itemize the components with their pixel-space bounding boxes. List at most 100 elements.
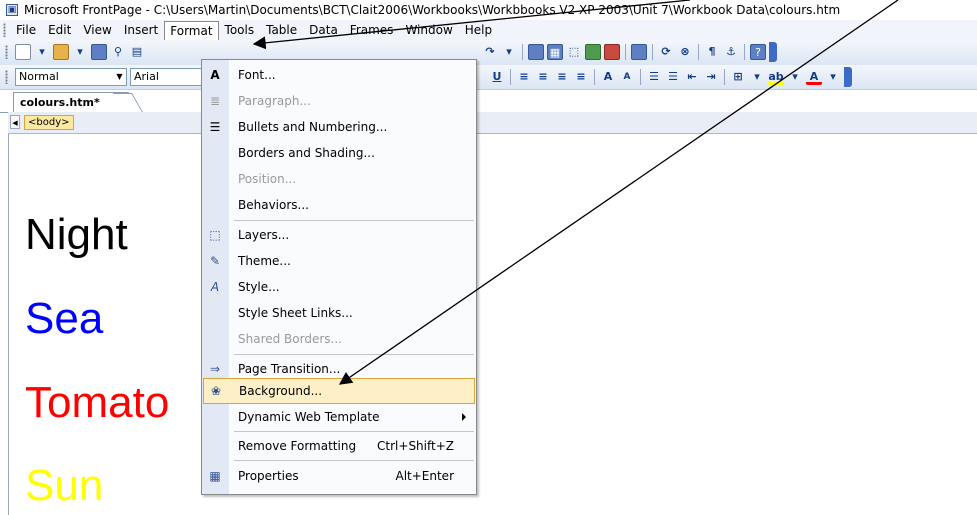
underline-icon[interactable]: U xyxy=(489,69,505,85)
font-select[interactable]: Arial xyxy=(130,68,208,86)
menu-item-theme[interactable]: ✎ Theme... xyxy=(202,248,476,274)
menubar-grip[interactable] xyxy=(3,23,6,37)
title-bar: ▣ Microsoft FrontPage - C:\Users\Martin\… xyxy=(0,0,977,21)
menu-frames[interactable]: Frames xyxy=(344,21,400,39)
menu-item-position[interactable]: Position... xyxy=(202,166,476,192)
dropdown-arrow-icon[interactable]: ▾ xyxy=(787,69,803,85)
document-tab-label: colours.htm* xyxy=(20,96,100,109)
toolbar-separator xyxy=(652,44,653,60)
menu-item-style[interactable]: A Style... xyxy=(202,274,476,300)
font-color-icon[interactable]: A xyxy=(806,69,822,85)
web-component-icon[interactable] xyxy=(528,44,544,60)
font-icon: A xyxy=(210,68,220,82)
refresh-icon[interactable]: ⟳ xyxy=(658,44,674,60)
menu-window[interactable]: Window xyxy=(399,21,458,39)
increase-font-size-icon[interactable]: A xyxy=(600,69,616,85)
menu-item-behaviors[interactable]: Behaviors... xyxy=(202,192,476,218)
menu-file[interactable]: File xyxy=(10,21,42,39)
menu-item-borders-and-shading[interactable]: Borders and Shading... xyxy=(202,140,476,166)
toolbar-grip[interactable] xyxy=(5,70,8,84)
menu-item-shared-borders[interactable]: Shared Borders... xyxy=(202,326,476,352)
help-icon[interactable]: ? xyxy=(750,44,766,60)
menu-tools[interactable]: Tools xyxy=(219,21,261,39)
menu-insert[interactable]: Insert xyxy=(118,21,164,39)
open-folder-icon[interactable] xyxy=(53,44,69,60)
menu-item-bullets-and-numbering[interactable]: ☰ Bullets and Numbering... xyxy=(202,114,476,140)
redo-icon[interactable]: ↷ xyxy=(482,44,498,60)
highlight-icon[interactable]: ab xyxy=(768,69,784,85)
new-page-icon[interactable] xyxy=(15,44,31,60)
increase-indent-icon[interactable]: ⇥ xyxy=(703,69,719,85)
document-tab-strip: colours.htm* xyxy=(0,90,977,113)
dropdown-arrow-icon[interactable]: ▾ xyxy=(501,44,517,60)
theme-icon: ✎ xyxy=(209,254,221,268)
menu-item-label: Paragraph... xyxy=(238,94,311,108)
decrease-font-size-icon[interactable]: A xyxy=(619,69,635,85)
bullets-icon[interactable]: ☰ xyxy=(665,69,681,85)
menu-separator xyxy=(234,354,474,355)
menu-item-label: Theme... xyxy=(238,254,291,268)
insert-layer-icon[interactable]: ⬚ xyxy=(566,44,582,60)
menu-item-label: Style... xyxy=(238,280,280,294)
menu-item-dynamic-web-template[interactable]: Dynamic Web Template xyxy=(202,404,476,430)
style-select[interactable]: Normal ▼ xyxy=(15,68,127,86)
bullets-icon: ☰ xyxy=(209,120,221,134)
toolbar-separator xyxy=(640,69,641,85)
scroll-left-icon[interactable]: ◀ xyxy=(10,115,20,129)
word-night: Night xyxy=(25,210,128,259)
toolbar-options-icon[interactable] xyxy=(844,67,852,87)
menu-item-label: Style Sheet Links... xyxy=(238,306,353,320)
dropdown-arrow-icon[interactable]: ▾ xyxy=(34,44,50,60)
save-icon[interactable] xyxy=(91,44,107,60)
menu-data[interactable]: Data xyxy=(303,21,344,39)
document-tab[interactable]: colours.htm* xyxy=(13,92,129,112)
menu-item-layers[interactable]: ⬚ Layers... xyxy=(202,222,476,248)
numbering-icon[interactable]: ☰ xyxy=(646,69,662,85)
frontpage-icon[interactable]: ▣ xyxy=(6,4,18,16)
page-editor[interactable]: Night Sea Tomato Sun xyxy=(8,134,977,515)
drawing-icon[interactable] xyxy=(604,44,620,60)
menu-item-label: Dynamic Web Template xyxy=(238,410,380,424)
dropdown-arrow-icon[interactable]: ▾ xyxy=(749,69,765,85)
quick-tag-selector: ◀ <body> xyxy=(8,112,977,134)
menu-item-paragraph[interactable]: ≣ Paragraph... xyxy=(202,88,476,114)
search-icon[interactable]: ⚲ xyxy=(110,44,126,60)
menu-item-properties[interactable]: ▦ Properties Alt+Enter xyxy=(202,463,476,489)
menu-help[interactable]: Help xyxy=(459,21,498,39)
stop-icon[interactable]: ⊗ xyxy=(677,44,693,60)
menu-item-label: Position... xyxy=(238,172,297,186)
menu-item-remove-formatting[interactable]: Remove Formatting Ctrl+Shift+Z xyxy=(202,433,476,459)
body-tag-button[interactable]: <body> xyxy=(24,115,74,130)
toolbar-options-icon[interactable] xyxy=(769,42,777,62)
toolbar-grip[interactable] xyxy=(5,45,8,59)
hyperlink-icon[interactable] xyxy=(631,44,647,60)
toolbar-separator xyxy=(744,44,745,60)
show-all-icon[interactable]: ¶ xyxy=(704,44,720,60)
publish-icon[interactable]: ▤ xyxy=(129,44,145,60)
dropdown-arrow-icon[interactable]: ▾ xyxy=(72,44,88,60)
insert-table-icon[interactable]: ▦ xyxy=(547,44,563,60)
menu-view[interactable]: View xyxy=(77,21,117,39)
chevron-down-icon[interactable]: ▼ xyxy=(113,69,126,85)
toolbar-separator xyxy=(522,44,523,60)
menu-table[interactable]: Table xyxy=(260,21,303,39)
menu-item-font[interactable]: A Font... xyxy=(202,62,476,88)
menu-edit[interactable]: Edit xyxy=(42,21,77,39)
menu-item-label: Font... xyxy=(238,68,276,82)
borders-icon[interactable]: ⊞ xyxy=(730,69,746,85)
align-right-icon[interactable]: ≡ xyxy=(554,69,570,85)
menu-item-label: Behaviors... xyxy=(238,198,309,212)
menu-format[interactable]: Format xyxy=(164,20,219,41)
insert-picture-icon[interactable] xyxy=(585,44,601,60)
word-sea: Sea xyxy=(25,294,104,343)
dropdown-arrow-icon[interactable]: ▾ xyxy=(825,69,841,85)
formatting-toolbar: Normal ▼ Arial U ≡ ≡ ≡ ≡ A A ☰ ☰ ⇤ ⇥ ⊞ ▾… xyxy=(0,65,977,90)
align-left-icon[interactable]: ≡ xyxy=(516,69,532,85)
anchor-icon[interactable]: ⚓ xyxy=(723,44,739,60)
menu-item-background[interactable]: ❀ Background... xyxy=(203,378,475,404)
justify-icon[interactable]: ≡ xyxy=(573,69,589,85)
decrease-indent-icon[interactable]: ⇤ xyxy=(684,69,700,85)
menu-item-style-sheet-links[interactable]: Style Sheet Links... xyxy=(202,300,476,326)
align-center-icon[interactable]: ≡ xyxy=(535,69,551,85)
menu-item-label: Background... xyxy=(239,384,323,398)
